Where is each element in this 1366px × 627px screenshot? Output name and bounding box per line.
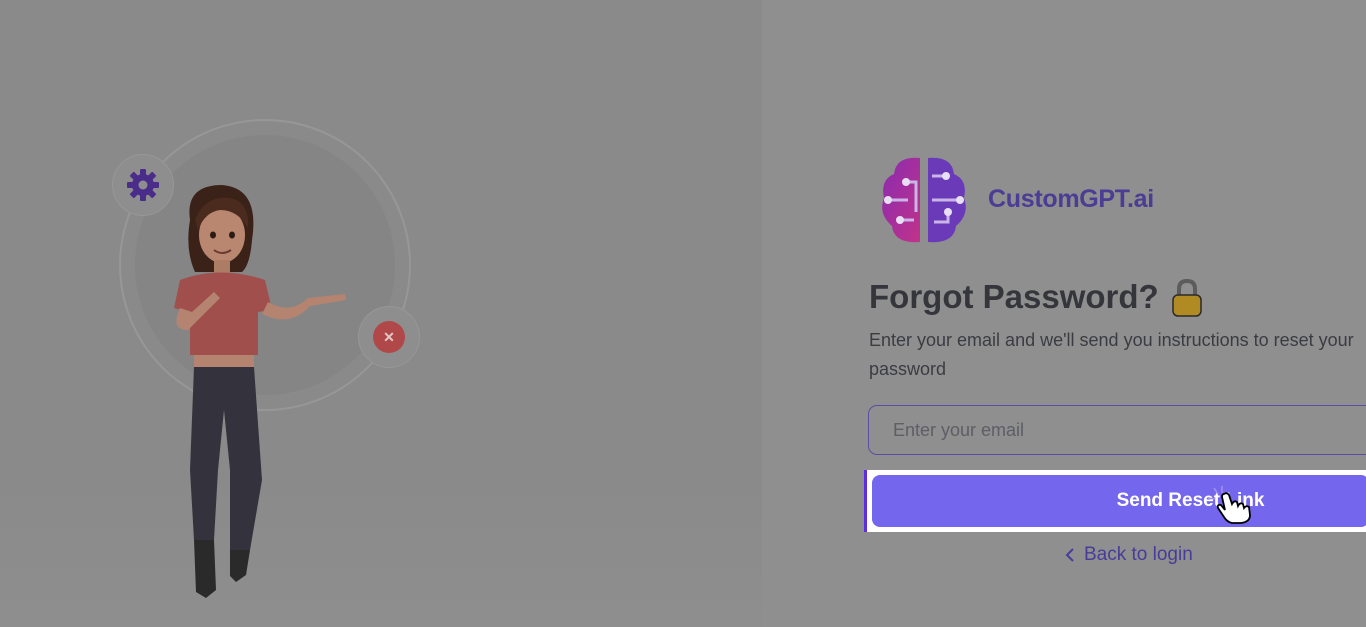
page-title: Forgot Password? bbox=[869, 278, 1159, 315]
back-to-login-link[interactable]: Back to login bbox=[1064, 544, 1193, 566]
brain-circuit-icon bbox=[882, 157, 966, 243]
instructions-text: Enter your email and we'll send you inst… bbox=[869, 330, 1354, 379]
brand-name: CustomGPT.ai bbox=[988, 185, 1154, 213]
send-reset-link-button[interactable]: Send Reset Link bbox=[864, 470, 1366, 532]
character-illustration bbox=[174, 185, 346, 598]
floor-shadow bbox=[0, 470, 762, 627]
close-icon: ✕ bbox=[373, 321, 405, 353]
close-badge: ✕ bbox=[358, 306, 420, 368]
hand-pointer-icon bbox=[1207, 486, 1251, 524]
chevron-left-icon bbox=[1065, 548, 1074, 562]
illustration-panel: ✕ bbox=[0, 0, 762, 627]
lock-icon bbox=[1172, 278, 1202, 317]
email-field[interactable] bbox=[868, 405, 1366, 455]
back-to-login-label: Back to login bbox=[1084, 544, 1193, 565]
